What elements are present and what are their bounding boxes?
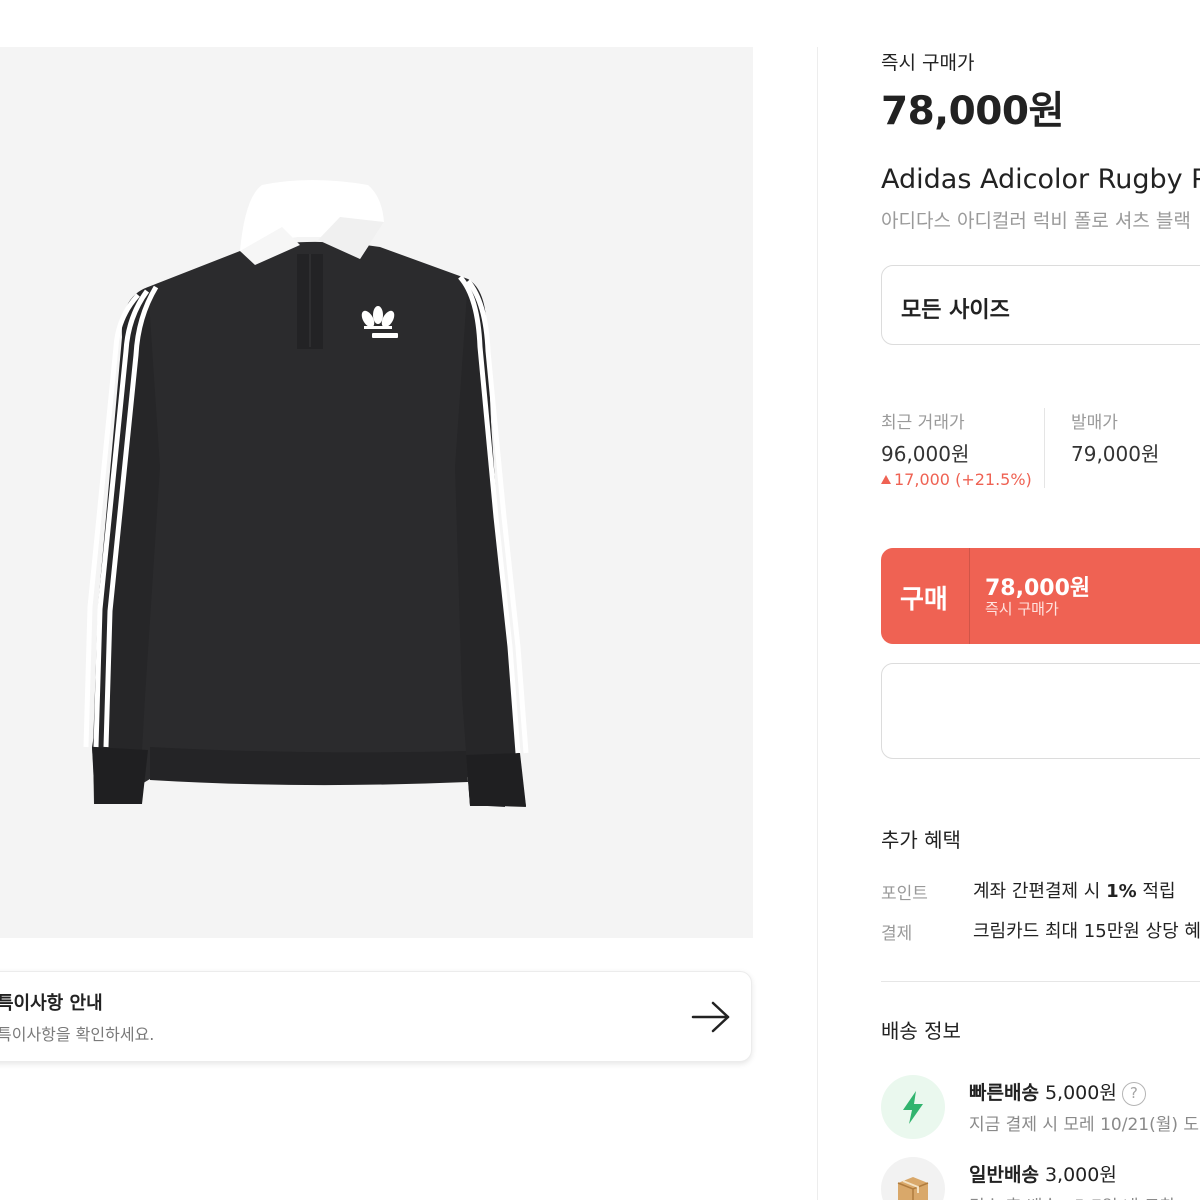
benefit-point-label: 포인트 <box>881 884 928 904</box>
size-selector[interactable]: 모든 사이즈 <box>881 265 1200 345</box>
triangle-up-icon <box>881 475 891 484</box>
fast-shipping-name[interactable]: 빠른배송 5,000원? <box>969 1078 1146 1106</box>
question-circle-icon[interactable]: ? <box>1121 1082 1146 1106</box>
normal-shipping-price: 3,000원 <box>1044 1164 1117 1186</box>
section-divider <box>881 981 1200 982</box>
fast-shipping-price: 5,000원 <box>1044 1082 1117 1104</box>
normal-shipping-desc: 검수 후 배송 · 5-7일 내 도착 <box>969 1192 1175 1200</box>
product-info-panel: 즉시 구매가 78,000원 Adidas Adicolor Rugby Po … <box>881 0 1200 1200</box>
arrow-right-icon[interactable] <box>691 999 731 1035</box>
notice-card[interactable]: 특이사항 안내 특이사항을 확인하세요. <box>0 971 752 1062</box>
normal-shipping-name[interactable]: 일반배송 3,000원 <box>969 1160 1117 1187</box>
price-change: 17,000 (+21.5%) <box>881 470 1032 489</box>
buy-button-label: 구매 <box>900 585 948 615</box>
product-name-ko: 아디다스 아디컬러 럭비 폴로 셔츠 블랙 <box>881 210 1191 232</box>
column-divider <box>817 47 818 1200</box>
benefits-title: 추가 혜택 <box>881 828 961 852</box>
lightning-icon <box>881 1075 945 1139</box>
recent-price-value: 96,000원 <box>881 442 970 466</box>
benefit-point-rate: 1% <box>1106 881 1137 902</box>
buy-button-subtitle: 즉시 구매가 <box>985 600 1059 618</box>
benefit-point-post: 적립 <box>1142 881 1176 902</box>
instant-price-value: 78,000원 <box>881 89 1064 134</box>
stats-divider <box>1044 408 1045 488</box>
release-price-value: 79,000원 <box>1071 442 1160 466</box>
fast-shipping-desc: 지금 결제 시 모레 10/21(월) 도 <box>969 1115 1200 1135</box>
fast-shipping-label: 빠른배송 <box>969 1082 1039 1104</box>
shirt-illustration <box>83 180 529 807</box>
product-name-en: Adidas Adicolor Rugby Po <box>881 164 1200 195</box>
notice-subtitle: 특이사항을 확인하세요. <box>0 1025 155 1044</box>
normal-shipping-label: 일반배송 <box>969 1164 1039 1186</box>
box-icon <box>881 1157 945 1200</box>
benefit-point-text: 계좌 간편결제 시 1% 적립 <box>973 877 1176 903</box>
price-change-text: 17,000 (+21.5%) <box>894 470 1032 489</box>
instant-price-label: 즉시 구매가 <box>881 52 975 74</box>
recent-price-label: 최근 거래가 <box>881 413 965 433</box>
benefit-payment-label: 결제 <box>881 924 913 944</box>
benefit-payment-text[interactable]: 크림카드 최대 15만원 상당 혜 <box>973 917 1200 943</box>
sell-button[interactable] <box>881 663 1200 759</box>
notice-title: 특이사항 안내 <box>0 993 103 1014</box>
shipping-title: 배송 정보 <box>881 1019 961 1043</box>
product-image[interactable] <box>0 47 753 938</box>
release-price-label: 발매가 <box>1071 413 1118 433</box>
buy-button-separator <box>969 548 970 644</box>
size-selector-label: 모든 사이즈 <box>901 298 1010 323</box>
buy-button[interactable]: 구매 78,000원 즉시 구매가 <box>881 548 1200 644</box>
benefit-point-pre: 계좌 간편결제 시 <box>973 881 1101 902</box>
